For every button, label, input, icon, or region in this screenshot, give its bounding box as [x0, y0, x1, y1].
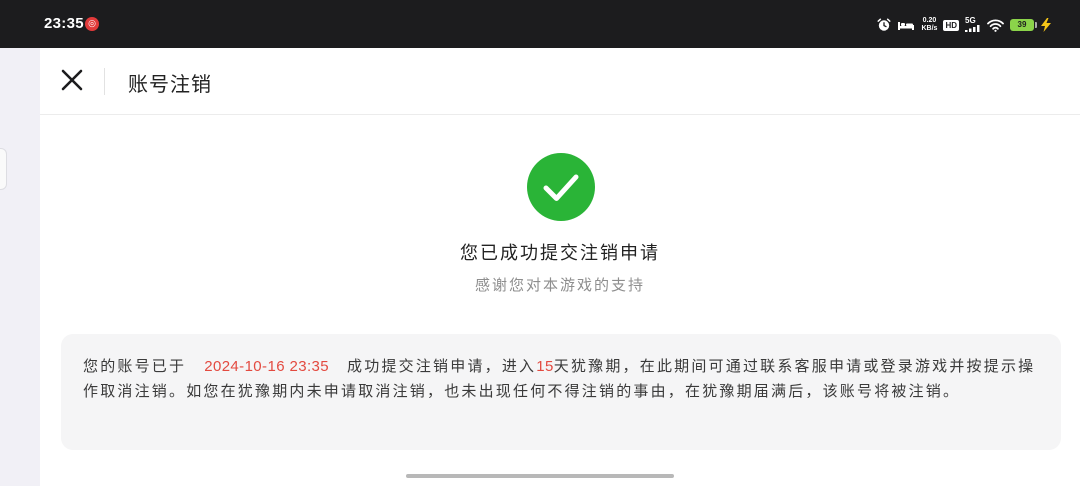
- net-speed: 0.20 KB/s: [921, 17, 937, 33]
- network-type-label: 5G: [965, 16, 976, 25]
- cellular-signal-icon: 5G: [965, 16, 981, 34]
- net-speed-value: 0.20: [922, 17, 937, 24]
- success-subtitle: 感谢您对本游戏的支持: [474, 276, 645, 294]
- alarm-icon: [877, 18, 891, 31]
- success-title: 您已成功提交注销申请: [460, 243, 660, 264]
- status-time: 23:35: [44, 15, 84, 32]
- notice-days: 15: [536, 358, 554, 375]
- close-icon[interactable]: [58, 66, 86, 94]
- status-bar: 23:35 ◎ 0.20 KB/s HD 5G 39: [0, 0, 1080, 48]
- account-deletion-panel: 账号注销 您已成功提交注销申请 感谢您对本游戏的支持 您的账号已于 2024-10…: [40, 48, 1080, 486]
- notice-middle: 成功提交注销申请，进入: [347, 357, 537, 375]
- notice-text: 您的账号已于 2024-10-16 23:35 成功提交注销申请，进入15天犹豫期，…: [83, 354, 1039, 404]
- side-drawer-handle[interactable]: [0, 148, 7, 190]
- sleep-bed-icon: [898, 22, 915, 30]
- battery-level: 39: [1017, 20, 1027, 29]
- page-title: 账号注销: [128, 72, 212, 96]
- battery-icon: 39: [1010, 19, 1037, 31]
- notice-datetime: 2024-10-16 23:35: [204, 358, 330, 375]
- wifi-icon: [987, 19, 1004, 32]
- net-speed-unit: KB/s: [921, 25, 938, 32]
- header-bar: 账号注销: [40, 48, 1080, 115]
- notice-box: 您的账号已于 2024-10-16 23:35 成功提交注销申请，进入15天犹豫期，…: [61, 334, 1061, 450]
- left-background-strip: [0, 48, 40, 486]
- charging-bolt-icon: [1041, 18, 1051, 32]
- check-circle-icon: [527, 153, 595, 221]
- netease-music-icon: ◎: [85, 17, 99, 31]
- notice-prefix: 您的账号已于: [83, 357, 187, 375]
- signal-bars-icon: [965, 25, 980, 32]
- hd-voice-icon: HD: [943, 19, 959, 31]
- home-indicator[interactable]: [406, 474, 674, 478]
- header-divider: [104, 68, 105, 95]
- status-icons: 0.20 KB/s HD 5G 39: [877, 14, 1052, 36]
